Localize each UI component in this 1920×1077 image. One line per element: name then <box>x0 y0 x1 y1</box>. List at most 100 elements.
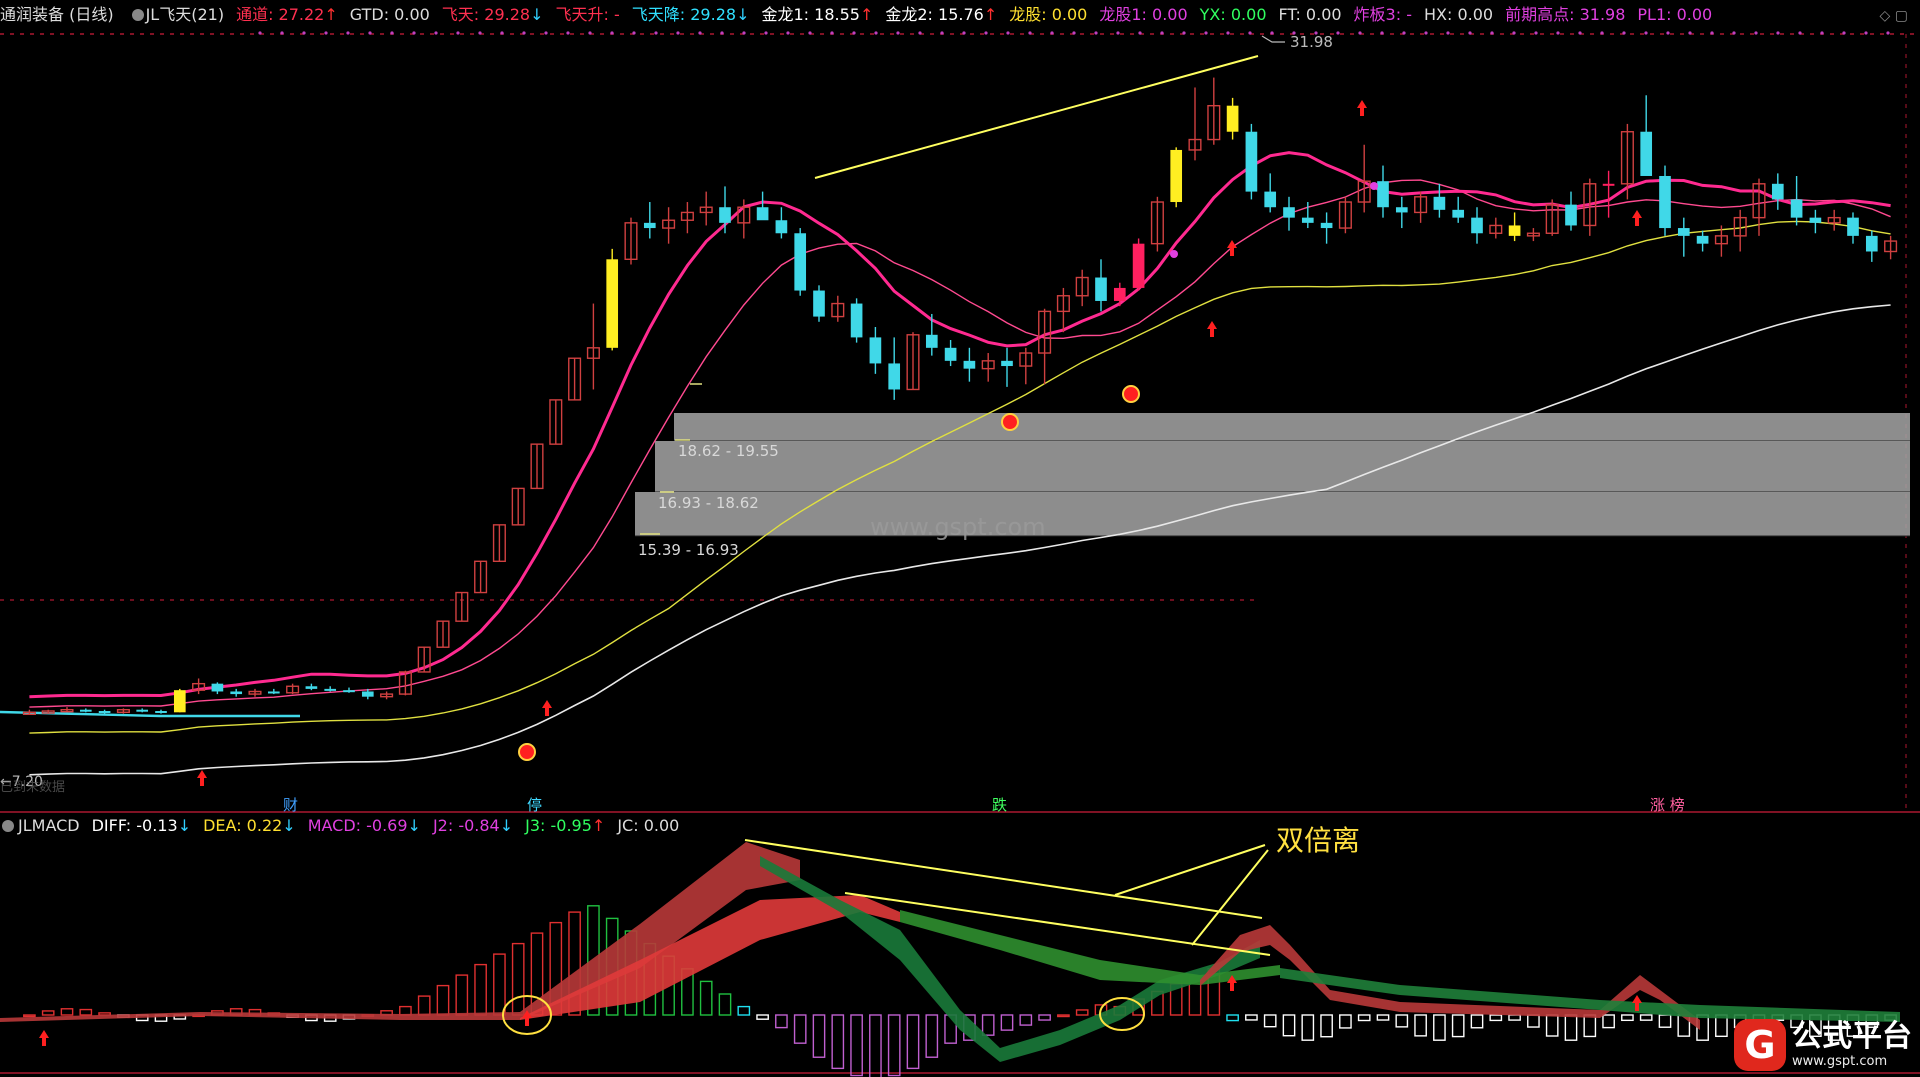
candle-body[interactable] <box>606 259 619 348</box>
candle-body[interactable] <box>1452 209 1465 218</box>
candle-body[interactable] <box>1170 149 1183 203</box>
candle-body[interactable] <box>719 207 731 223</box>
candle-body[interactable] <box>925 334 938 348</box>
candle-body[interactable] <box>756 207 769 221</box>
candle-body[interactable] <box>1245 131 1258 192</box>
candle-body[interactable] <box>1602 183 1615 186</box>
header-number-11: - <box>1406 5 1412 24</box>
signal-coin-icon <box>1001 413 1019 431</box>
macd-histogram-bar <box>850 1014 863 1077</box>
candle-body[interactable] <box>1847 217 1859 236</box>
indicator-name[interactable]: JL飞天(21) <box>146 5 224 24</box>
window-icon[interactable]: ▢ <box>1895 8 1908 24</box>
buy-arrow-icon <box>1357 100 1367 116</box>
header-number-8: 0.00 <box>1152 5 1188 24</box>
header-dot <box>852 31 856 35</box>
candle-body[interactable] <box>775 220 788 234</box>
candle-body[interactable] <box>1790 199 1803 218</box>
candle-body[interactable] <box>1865 235 1878 252</box>
header-dot <box>1468 31 1472 35</box>
diamond-icon[interactable]: ◇ <box>1880 8 1891 24</box>
candle-body[interactable] <box>1771 183 1784 200</box>
candle-body[interactable] <box>850 303 863 338</box>
candle-body[interactable] <box>1320 222 1333 229</box>
macd-title[interactable]: JLMACD <box>18 816 80 835</box>
candle-body[interactable] <box>1433 196 1446 210</box>
candle-body[interactable] <box>1395 207 1408 213</box>
no-data-label: 已到末数据 <box>0 780 65 795</box>
candle-body[interactable] <box>1301 217 1314 223</box>
candle-body[interactable] <box>305 686 318 689</box>
header-dot <box>1820 31 1824 35</box>
header-dot <box>676 31 680 35</box>
candle-body[interactable] <box>267 691 280 694</box>
candle-body[interactable] <box>888 363 901 390</box>
candle-body[interactable] <box>1377 181 1389 208</box>
candlesticks[interactable] <box>22 77 1898 716</box>
candle-body[interactable] <box>361 691 374 697</box>
macd-histogram-bar <box>981 1014 995 1036</box>
macd-arrow-icon <box>39 1030 49 1046</box>
candle-body[interactable] <box>136 709 149 712</box>
macd-label-0: DIFF: <box>91 816 137 835</box>
candle-body[interactable] <box>1132 243 1145 288</box>
candle-body[interactable] <box>1696 235 1709 244</box>
candle-body[interactable] <box>1471 217 1483 234</box>
header-dot <box>632 31 636 35</box>
header-dot <box>1336 31 1340 35</box>
candle-body[interactable] <box>813 290 825 317</box>
macd-histogram-bar <box>718 993 732 1016</box>
header-number-10: 0.00 <box>1305 5 1342 24</box>
candle-body[interactable] <box>1095 277 1107 301</box>
candle-body[interactable] <box>230 691 243 695</box>
window-controls[interactable]: ◇ ▢ <box>1880 8 1908 24</box>
candle-body[interactable] <box>1283 207 1295 218</box>
header-dot <box>808 31 812 35</box>
candle-body[interactable] <box>1565 204 1577 226</box>
bottom-marker-1: 停 <box>527 796 542 814</box>
candle-body[interactable] <box>643 222 656 229</box>
header-value-6: 金龙2: 15.76↑ <box>885 5 997 24</box>
candle-body[interactable] <box>1659 175 1671 229</box>
candle-body[interactable] <box>963 360 976 369</box>
candle-body[interactable] <box>324 688 337 691</box>
header-dot <box>346 31 350 35</box>
candle-body[interactable] <box>155 711 167 714</box>
watermark: www.gspt.com <box>870 513 1046 541</box>
macd-indicator-icon[interactable] <box>2 820 14 832</box>
header-dot <box>1666 31 1670 35</box>
annotations: 双倍离 <box>1276 824 1360 857</box>
diff-up-ribbon <box>0 842 800 1022</box>
candle-body[interactable] <box>944 347 957 361</box>
candle-body[interactable] <box>1226 105 1239 132</box>
zone-label-0: 18.62 - 19.55 <box>678 442 779 460</box>
candle-body[interactable] <box>173 690 186 713</box>
header-arrow-down-icon: ↓ <box>736 5 750 24</box>
indicator-icon[interactable] <box>131 9 144 21</box>
candle-body[interactable] <box>343 690 355 693</box>
candle-body[interactable] <box>1001 360 1013 367</box>
macd-number-3: -0.84 <box>458 816 500 835</box>
candle-body[interactable] <box>1113 287 1126 301</box>
candle-body[interactable] <box>869 337 882 364</box>
header-dot <box>1204 31 1208 35</box>
header-dot <box>500 31 504 35</box>
header-dot <box>1886 31 1890 35</box>
macd-panel[interactable] <box>0 839 1900 1077</box>
macd-histogram-bar <box>887 1014 901 1077</box>
candle-body[interactable] <box>211 683 224 692</box>
brand-logo: G 公式平台 www.gspt.com <box>1734 1017 1912 1073</box>
header-number-1: 0.00 <box>394 5 430 24</box>
candle-body[interactable] <box>98 711 111 714</box>
candle-body[interactable] <box>1809 217 1822 223</box>
candle-body[interactable] <box>1508 225 1521 236</box>
macd-histogram-bar <box>399 1005 412 1016</box>
macd-histogram-bar <box>79 1008 93 1016</box>
candle-body[interactable] <box>1264 191 1277 208</box>
logo-url: www.gspt.com <box>1792 1054 1888 1069</box>
candle-body[interactable] <box>1640 131 1653 176</box>
candle-body[interactable] <box>794 233 807 291</box>
candle-body[interactable] <box>1677 228 1690 236</box>
header-dot <box>258 31 262 35</box>
candle-body[interactable] <box>79 709 92 712</box>
